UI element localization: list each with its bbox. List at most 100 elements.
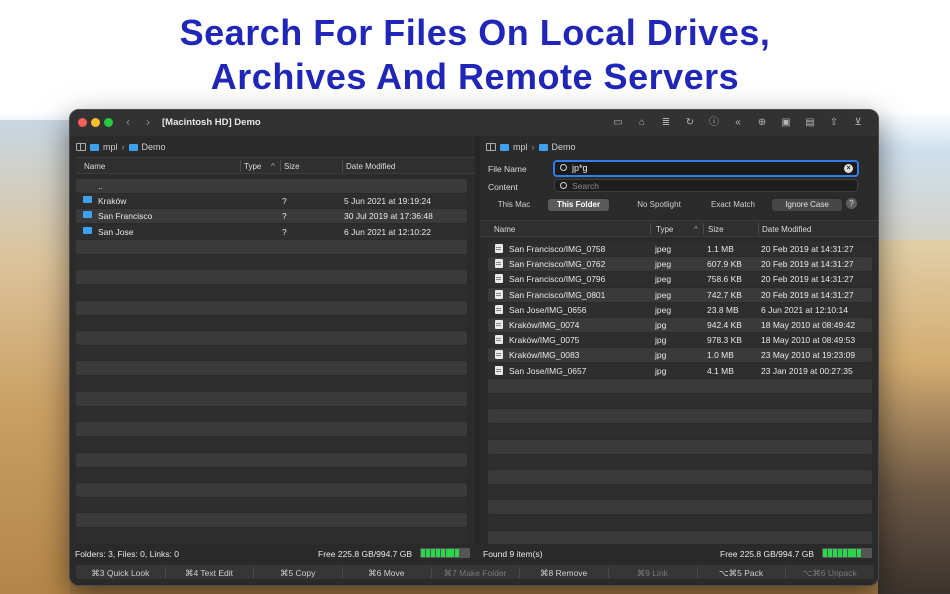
download-icon[interactable]: ⊻ <box>846 115 870 131</box>
fkey-button[interactable]: ⌘6 Move <box>342 568 431 579</box>
file-icon <box>495 274 503 284</box>
row-date: 20 Feb 2019 at 14:31:27 <box>761 259 854 270</box>
double-chevron-left-icon[interactable]: « <box>726 115 750 131</box>
fkey-button[interactable]: ⌥⌘6 Unpack <box>785 568 874 579</box>
monitor-icon[interactable]: ▭ <box>606 115 630 131</box>
fkey-button[interactable]: ⌘7 Make Folder <box>431 568 520 579</box>
table-row[interactable]: San Jose/IMG_0656 jpeg 23.8 MB 6 Jun 2021 a… <box>488 302 872 317</box>
table-row[interactable]: Kraków/IMG_0074 jpg 942.4 KB 18 May 2010 at… <box>488 318 872 332</box>
list-icon[interactable]: ≣ <box>654 115 678 131</box>
chevron-right-icon: › <box>121 142 125 152</box>
empty-row <box>76 437 467 452</box>
row-size: 742.7 KB <box>707 289 742 300</box>
scope-this-mac[interactable]: This Mac <box>488 199 540 211</box>
back-arrow-icon[interactable]: ‹ <box>126 115 130 129</box>
row-name: .. <box>98 181 103 191</box>
bookmarks-icon[interactable] <box>486 143 496 151</box>
empty-row <box>76 376 467 391</box>
column-type[interactable]: Type <box>656 225 673 234</box>
table-row[interactable]: San Francisco? 30 Jul 2019 at 17:36:48 <box>76 209 467 224</box>
scope-no-spotlight[interactable]: No Spotlight <box>628 199 690 211</box>
row-type: jpg <box>655 365 667 376</box>
fkey-button[interactable]: ⌘9 Link <box>608 568 697 579</box>
table-row[interactable]: San Francisco/IMG_0758 jpeg 1.1 MB 20 Feb 2… <box>488 242 872 256</box>
breadcrumb-item[interactable]: mpl <box>513 142 528 152</box>
column-header: Name Type ^ Size Date Modified <box>480 220 878 237</box>
chevron-right-icon: › <box>531 142 535 152</box>
breadcrumb-item[interactable]: Demo <box>552 142 576 152</box>
breadcrumb-item[interactable]: mpl <box>103 142 118 152</box>
column-name[interactable]: Name <box>84 162 105 171</box>
table-row[interactable]: San Francisco/IMG_0801 jpeg 742.7 KB 20 Feb… <box>488 287 872 302</box>
fkey-separator <box>253 567 255 578</box>
column-type[interactable]: Type <box>244 162 261 171</box>
zoom-window-button[interactable] <box>104 118 113 127</box>
desktop-background-left <box>0 120 70 594</box>
column-date[interactable]: Date Modified <box>346 162 395 171</box>
file-name-field[interactable]: jp*g × <box>553 160 859 177</box>
row-date: 23 May 2010 at 19:23:09 <box>761 350 856 361</box>
table-row[interactable]: San Francisco/IMG_0796 jpeg 758.6 KB 20 Feb… <box>488 272 872 287</box>
empty-row <box>76 270 467 285</box>
column-name[interactable]: Name <box>494 225 515 234</box>
fkey-button[interactable]: ⌘3 Quick Look <box>76 568 165 579</box>
table-row[interactable]: Kraków/IMG_0075 jpg 978.3 KB 18 May 2010 at… <box>488 333 872 348</box>
row-type: jpg <box>655 320 667 330</box>
scope-this-folder[interactable]: This Folder <box>548 199 609 211</box>
row-type: jpeg <box>655 289 672 300</box>
empty-row <box>488 470 872 484</box>
fkey-button[interactable]: ⌘4 Text Edit <box>165 568 254 579</box>
gauge-segment <box>450 549 455 557</box>
fkey-button[interactable]: ⌘8 Remove <box>519 568 608 579</box>
function-key-bar: ⌘3 Quick Look ⌘4 Text Edit ⌘5 Copy ⌘6 Move ⌘… <box>70 562 878 585</box>
left-status-text: Folders: 3, Files: 0, Links: 0 <box>75 549 179 559</box>
table-row[interactable]: San Jose? 6 Jun 2021 at 12:10:22 <box>76 224 467 239</box>
row-type: jpeg <box>655 259 672 270</box>
info-icon[interactable]: ⓘ <box>702 115 726 131</box>
toolbar: ▭ ⌂ ≣ ↻ ⓘ « ⊕ ▣ ▤ ⇧ ⊻ <box>606 115 870 131</box>
file-icon <box>495 350 503 360</box>
column-size[interactable]: Size <box>708 225 724 234</box>
fkey-button[interactable]: ⌘5 Copy <box>253 568 342 579</box>
breadcrumb-item[interactable]: Demo <box>142 142 166 152</box>
empty-row <box>76 407 467 421</box>
row-type: jpeg <box>655 304 672 315</box>
scope-exact-match[interactable]: Exact Match <box>702 199 764 211</box>
gauge-segment <box>421 549 425 557</box>
row-size: 607.9 KB <box>707 259 742 270</box>
breadcrumb: mpl › Demo <box>76 140 166 154</box>
terminal-icon[interactable]: ▤ <box>798 115 822 131</box>
table-row[interactable]: .. <box>76 179 467 193</box>
scope-ignore-case[interactable]: Ignore Case <box>772 199 842 211</box>
row-size: 4.1 MB <box>707 365 734 376</box>
minimize-window-button[interactable] <box>91 118 100 127</box>
gauge-segment <box>832 549 837 557</box>
column-size[interactable]: Size <box>284 162 300 171</box>
share-icon[interactable]: ⇧ <box>822 115 846 131</box>
table-row[interactable]: Kraków/IMG_0083 jpg 1.0 MB 23 May 2010 at 1… <box>488 348 872 363</box>
file-icon <box>495 289 503 299</box>
globe-icon[interactable]: ⊕ <box>750 115 774 131</box>
close-window-button[interactable] <box>78 118 87 127</box>
empty-row <box>488 424 872 439</box>
empty-row <box>76 452 467 467</box>
row-date: 20 Feb 2019 at 14:31:27 <box>761 274 854 285</box>
table-row[interactable]: Kraków? 5 Jun 2021 at 19:19:24 <box>76 194 467 209</box>
table-row[interactable]: San Francisco/IMG_0762 jpeg 607.9 KB 20 Feb… <box>488 257 872 272</box>
finder-icon[interactable]: ▣ <box>774 115 798 131</box>
home-icon[interactable]: ⌂ <box>630 115 654 131</box>
headline-line-1: Search For Files On Local Drives, <box>179 12 771 53</box>
row-date: 6 Jun 2021 at 12:10:14 <box>761 304 848 315</box>
fkey-button[interactable]: ⌥⌘5 Pack <box>697 568 786 579</box>
help-icon[interactable]: ? <box>846 198 857 209</box>
left-free-space: Free 225.8 GB/994.7 GB <box>318 549 413 559</box>
table-row[interactable]: San Jose/IMG_0657 jpg 4.1 MB 23 Jan 2019 at… <box>488 363 872 378</box>
clear-icon[interactable]: × <box>844 164 853 173</box>
desktop-background-right <box>878 240 950 594</box>
refresh-icon[interactable]: ↻ <box>678 115 702 131</box>
content-field[interactable]: Search <box>554 179 858 192</box>
bookmarks-icon[interactable] <box>76 143 86 151</box>
forward-arrow-icon[interactable]: › <box>146 115 150 129</box>
column-date[interactable]: Date Modified <box>762 225 811 234</box>
fkey-separator <box>785 567 787 578</box>
